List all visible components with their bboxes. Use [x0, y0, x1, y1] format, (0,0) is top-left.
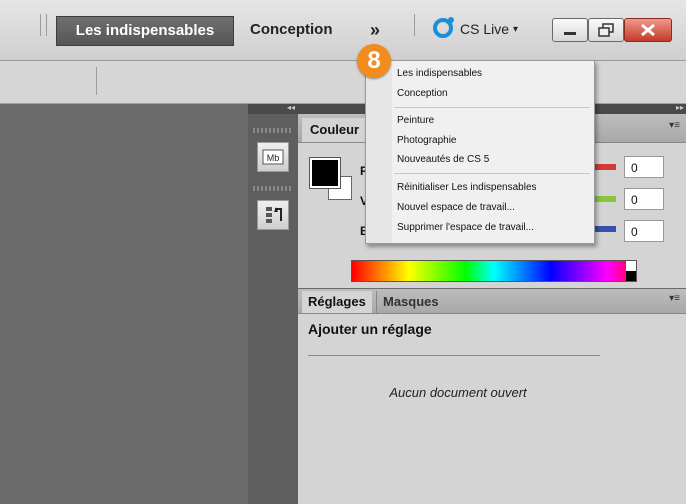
black-white-swatch[interactable]	[626, 261, 636, 281]
divider	[96, 67, 97, 95]
cs-live-icon	[432, 15, 456, 44]
divider	[308, 355, 600, 356]
channel-b-value[interactable]: 0	[624, 220, 664, 242]
paragraph-style-icon: Mb	[262, 149, 284, 165]
history-button[interactable]	[257, 200, 289, 230]
collapse-panels-icon[interactable]: ◂◂	[287, 103, 295, 112]
divider	[46, 14, 47, 36]
paragraph-style-button[interactable]: Mb	[257, 142, 289, 172]
grip-handle[interactable]	[253, 186, 293, 191]
adjustments-tabbar: Réglages Masques ▾≡	[298, 289, 686, 314]
adjustments-panel: Réglages Masques ▾≡ Ajouter un réglage A…	[298, 289, 686, 504]
menu-separator	[394, 107, 590, 108]
menu-item-nouveautes-cs5[interactable]: Nouveautés de CS 5	[397, 154, 489, 165]
expand-panels-icon[interactable]: ▸▸	[676, 103, 684, 112]
divider	[40, 14, 41, 36]
menu-item-photographie[interactable]: Photographie	[397, 135, 457, 146]
divider	[414, 14, 415, 36]
menu-item-supprimer-espace[interactable]: Supprimer l'espace de travail...	[397, 222, 534, 233]
menu-item-reinitialiser[interactable]: Réinitialiser Les indispensables	[397, 182, 537, 193]
minimize-button[interactable]	[552, 18, 588, 42]
empty-state-message: Aucun document ouvert	[389, 385, 527, 400]
step-number-badge: 8	[357, 44, 391, 78]
workspace-les-indispensables-button[interactable]: Les indispensables	[56, 16, 234, 46]
close-button[interactable]	[624, 18, 672, 42]
panel-icon-column: Mb	[248, 114, 298, 504]
tab-reglages[interactable]: Réglages	[302, 291, 372, 313]
color-spectrum-bar[interactable]	[351, 260, 637, 282]
channel-v-value[interactable]: 0	[624, 188, 664, 210]
tab-masques[interactable]: Masques	[376, 291, 445, 313]
cs-live-button[interactable]: CS Live ▾	[432, 14, 518, 44]
menu-gutter	[366, 61, 392, 243]
menu-item-peinture[interactable]: Peinture	[397, 115, 434, 126]
menu-item-conception[interactable]: Conception	[397, 88, 448, 99]
svg-text:Mb: Mb	[267, 153, 280, 163]
menu-separator	[394, 173, 590, 174]
adjustments-heading: Ajouter un réglage	[308, 321, 432, 337]
restore-button[interactable]	[588, 18, 624, 42]
cs-live-label: CS Live	[460, 21, 510, 37]
history-icon	[266, 207, 282, 223]
tab-couleur[interactable]: Couleur	[302, 118, 368, 142]
chevron-down-icon: ▾	[513, 23, 519, 35]
foreground-color-swatch[interactable]	[309, 157, 341, 189]
workspace-menu: Les indispensables Conception Peinture P…	[365, 60, 595, 244]
channel-r-value[interactable]: 0	[624, 156, 664, 178]
more-workspaces-chevron-icon[interactable]: »	[370, 16, 380, 44]
menu-item-nouvel-espace[interactable]: Nouvel espace de travail...	[397, 202, 515, 213]
grip-handle[interactable]	[253, 128, 293, 133]
workspace-conception-button[interactable]: Conception	[250, 16, 333, 44]
workspace-bar: Les indispensables Conception » CS Live …	[0, 0, 686, 61]
menu-item-les-indispensables[interactable]: Les indispensables	[397, 68, 482, 79]
panel-menu-icon[interactable]: ▾≡	[669, 120, 680, 131]
panel-menu-icon[interactable]: ▾≡	[669, 293, 680, 304]
